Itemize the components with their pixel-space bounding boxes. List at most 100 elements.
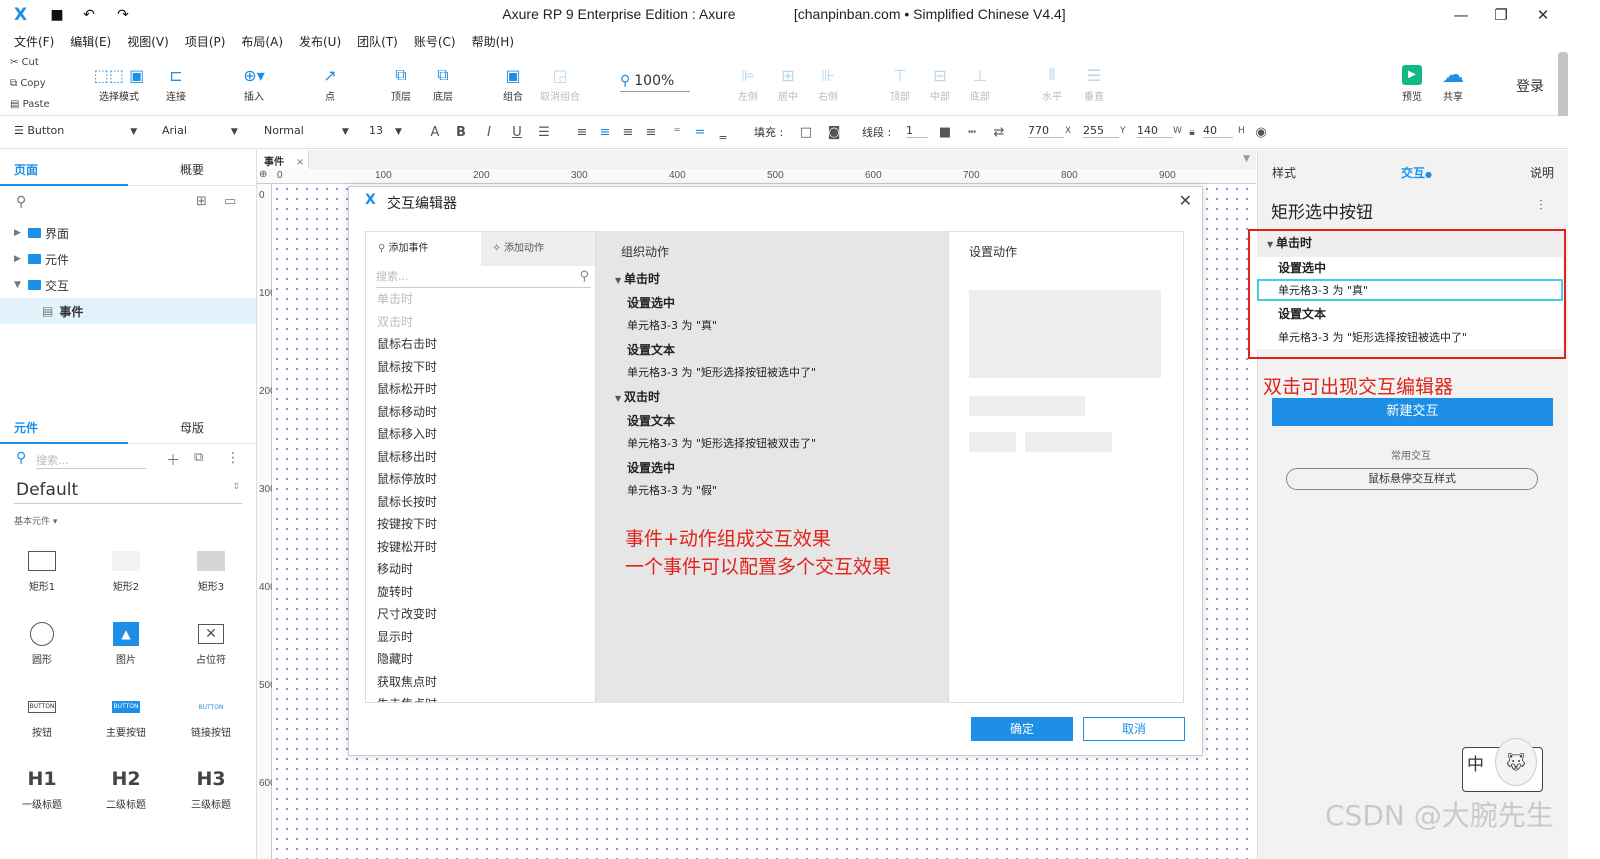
tree-item-folder[interactable]: ▼ 交互	[0, 272, 256, 298]
align-right-button[interactable]: ⊪ 右侧	[814, 62, 842, 104]
menu-account[interactable]: 账号(C)	[414, 33, 456, 50]
menu-help[interactable]: 帮助(H)	[472, 33, 514, 50]
widget-heading2[interactable]: H2 二级标题	[91, 762, 161, 811]
close-icon[interactable]: ✕	[1179, 191, 1192, 210]
underline-icon[interactable]: U	[508, 122, 526, 142]
event-item[interactable]: 鼠标松开时	[366, 378, 595, 401]
font-color-icon[interactable]: A	[426, 122, 444, 142]
event-item[interactable]: 鼠标右击时	[366, 333, 595, 356]
distribute-horizontal-button[interactable]: ⫴ 水平	[1038, 62, 1066, 103]
action-name[interactable]: 设置选中	[627, 294, 675, 311]
font-style-select[interactable]: Normal ▼	[264, 124, 354, 137]
width-input[interactable]: 140	[1137, 124, 1173, 138]
height-input[interactable]: 40	[1203, 124, 1233, 138]
add-page-icon[interactable]: ⊞	[196, 194, 207, 209]
cut-button[interactable]: ✂ Cut	[10, 52, 66, 73]
settings-sliders-icon[interactable]: ⫶	[1539, 198, 1543, 214]
tree-item-folder[interactable]: ▶ 元件	[0, 246, 256, 272]
group-click[interactable]: ▼ 单击时	[615, 270, 660, 287]
close-window-icon[interactable]: ✕	[1526, 4, 1560, 26]
x-input[interactable]: 770	[1028, 124, 1064, 138]
event-item[interactable]: 单击时	[366, 288, 595, 311]
event-item[interactable]: 尺寸改变时	[366, 603, 595, 626]
bold-icon[interactable]: B	[452, 122, 470, 142]
tree-item-folder[interactable]: ▶ 界面	[0, 220, 256, 246]
event-search-input[interactable]: 搜索... ⚲	[376, 266, 591, 288]
align-left-button[interactable]: ⊫ 左侧	[734, 62, 762, 104]
new-interaction-button[interactable]: 新建交互	[1272, 398, 1553, 426]
menu-team[interactable]: 团队(T)	[357, 33, 398, 50]
widget-button[interactable]: BUTTON 按钮	[7, 690, 77, 739]
add-folder-icon[interactable]: ▭	[224, 194, 236, 209]
valign-bottom-icon[interactable]: ‗	[714, 122, 732, 142]
action-name[interactable]: 设置选中	[627, 459, 675, 476]
preview-button[interactable]: ▶ 预览	[1396, 62, 1428, 103]
ungroup-button[interactable]: ◲ 取消组合	[536, 62, 584, 104]
tab-masters[interactable]: 母版	[128, 408, 256, 444]
line-pattern-icon[interactable]: ┅	[963, 122, 981, 142]
group-double-click[interactable]: ▼ 双击时	[615, 388, 660, 405]
event-item[interactable]: 获取焦点时	[366, 671, 595, 694]
action-name[interactable]: 设置文本	[627, 412, 675, 429]
add-library-icon[interactable]: ＋	[166, 450, 180, 470]
close-tab-icon[interactable]: ×	[296, 157, 304, 168]
lock-ratio-icon[interactable]: 🔒︎	[1183, 122, 1201, 142]
y-input[interactable]: 255	[1083, 124, 1119, 138]
copy-button[interactable]: ⧉ Copy	[10, 73, 66, 94]
select-mode-button[interactable]: ⬚⬚ ▣ 选择模式	[84, 62, 154, 104]
event-item[interactable]: 鼠标移动时	[366, 401, 595, 424]
event-item[interactable]: 失去焦点时	[366, 693, 595, 702]
maximize-icon[interactable]: ❐	[1484, 4, 1518, 26]
event-item[interactable]: 显示时	[366, 626, 595, 649]
event-item[interactable]: 移动时	[366, 558, 595, 581]
widget-rectangle1[interactable]: 矩形1	[7, 544, 77, 593]
menu-view[interactable]: 视图(V)	[127, 33, 169, 50]
event-item[interactable]: 按键松开时	[366, 536, 595, 559]
align-text-right-icon[interactable]: ≡	[619, 122, 637, 142]
event-item[interactable]: 鼠标长按时	[366, 491, 595, 514]
widget-image[interactable]: ▲ 图片	[91, 617, 161, 666]
library-select[interactable]: Default ⇕	[14, 476, 242, 504]
more-icon[interactable]: ⋮	[226, 450, 240, 466]
widget-search-input[interactable]: 搜索...	[36, 452, 146, 469]
library-options-icon[interactable]: ⧉	[194, 450, 203, 465]
event-item[interactable]: 旋转时	[366, 581, 595, 604]
align-top-button[interactable]: ⊤ 顶部	[886, 62, 914, 104]
align-text-center-icon[interactable]: ≡	[596, 122, 614, 142]
menu-edit[interactable]: 编辑(E)	[70, 33, 111, 50]
align-center-button[interactable]: ⊞ 居中	[774, 62, 802, 104]
arrow-style-icon[interactable]: ⇄	[990, 122, 1008, 142]
widget-placeholder[interactable]: ✕ 占位符	[176, 617, 246, 666]
visibility-icon[interactable]: ◉	[1252, 122, 1270, 142]
action-detail[interactable]: 单元格3-3 为 "矩形选择按钮被双击了"	[627, 435, 816, 451]
menu-project[interactable]: 项目(P)	[185, 33, 226, 50]
italic-icon[interactable]: I	[480, 122, 498, 142]
insert-button[interactable]: ⊕▾ 插入	[234, 62, 274, 104]
action-detail[interactable]: 单元格3-3 为 "假"	[627, 482, 717, 498]
action-name[interactable]: 设置文本	[627, 341, 675, 358]
menu-file[interactable]: 文件(F)	[14, 33, 54, 50]
action-detail[interactable]: 单元格3-3 为 "真"	[627, 317, 717, 333]
action-detail[interactable]: 单元格3-3 为 "矩形选择按钮被选中了"	[627, 364, 816, 380]
minimize-icon[interactable]: —	[1444, 4, 1478, 26]
font-size-select[interactable]: 13 ▼	[369, 124, 409, 137]
fill-color-icon[interactable]: □	[797, 122, 815, 142]
widget-heading1[interactable]: H1 一级标题	[7, 762, 77, 811]
group-button[interactable]: ▣ 组合	[496, 62, 530, 104]
font-family-select[interactable]: Arial ▼	[162, 124, 250, 137]
tab-style[interactable]: 样式	[1272, 164, 1296, 181]
tab-notes[interactable]: 说明	[1530, 164, 1554, 181]
point-button[interactable]: ↗ 点	[314, 62, 346, 104]
line-color-icon[interactable]: ■	[936, 122, 954, 142]
widget-rectangle3[interactable]: 矩形3	[176, 544, 246, 593]
event-item[interactable]: 鼠标移入时	[366, 423, 595, 446]
tab-add-action[interactable]: ✧ 添加动作	[480, 232, 595, 266]
page-tab-event[interactable]: 事件 ×	[257, 150, 309, 169]
widget-rectangle2[interactable]: 矩形2	[91, 544, 161, 593]
shadow-icon[interactable]: ◙	[825, 122, 843, 142]
valign-middle-icon[interactable]: =	[691, 122, 709, 142]
tab-pages[interactable]: 页面	[0, 150, 128, 186]
hover-style-button[interactable]: 鼠标悬停交互样式	[1286, 468, 1538, 490]
tab-widgets[interactable]: 元件	[0, 408, 128, 444]
distribute-vertical-button[interactable]: ☰ 垂直	[1080, 62, 1108, 104]
